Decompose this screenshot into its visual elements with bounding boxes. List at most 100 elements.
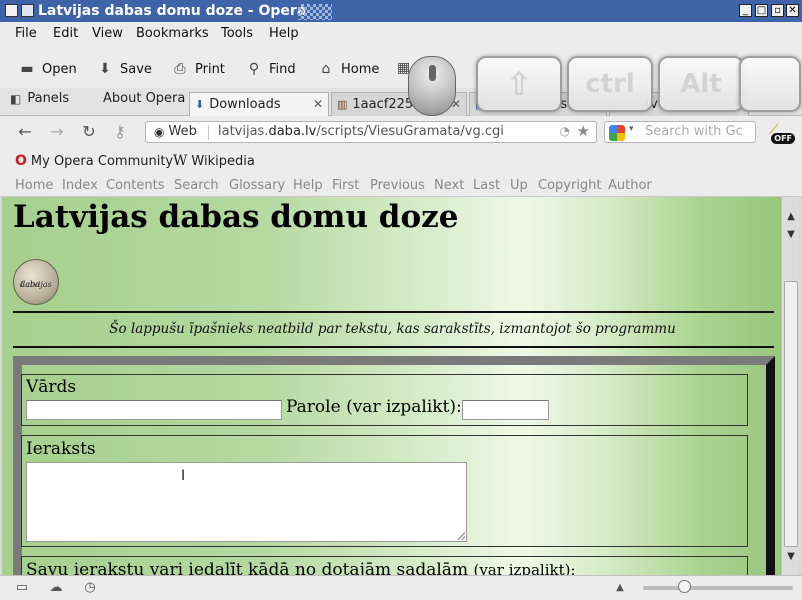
nav-author[interactable]: Author: [608, 178, 652, 193]
reload-icon[interactable]: ↻: [79, 122, 99, 142]
latvijas-daba-logo[interactable]: Latvijas daba: [13, 259, 59, 305]
open-label: Open: [42, 61, 77, 77]
title-decoration: [298, 4, 332, 20]
turbo-off-icon[interactable]: ⟋ OFF: [767, 122, 795, 144]
print-label: Print: [195, 61, 225, 77]
nav-next[interactable]: Next: [434, 178, 464, 193]
address-field[interactable]: ◉ Web latvijas.daba.lv/scripts/ViesuGram…: [145, 121, 597, 143]
folder-icon: ▬: [20, 61, 34, 77]
sticky-icon[interactable]: [21, 4, 34, 17]
menu-bar: File Edit View Bookmarks Tools Help: [0, 22, 802, 46]
search-field[interactable]: ▾ Search with Gc: [604, 121, 756, 143]
password-input[interactable]: [462, 400, 549, 420]
menu-edit[interactable]: Edit: [53, 26, 78, 41]
star-icon[interactable]: ★: [577, 122, 590, 140]
text-cursor-icon: I: [181, 468, 186, 484]
nav-help[interactable]: Help: [293, 178, 323, 193]
close-tab-icon[interactable]: ✕: [313, 97, 323, 111]
maximize-button[interactable]: □: [755, 4, 768, 17]
scroll-up-arrow-2-icon[interactable]: ▼: [785, 229, 797, 240]
extra-key[interactable]: [739, 56, 801, 112]
url-text[interactable]: latvijas.daba.lv/scripts/ViesuGramata/vg…: [218, 124, 504, 139]
nav-home[interactable]: Home: [15, 178, 53, 193]
nav-first[interactable]: First: [332, 178, 359, 193]
zoom-slider-knob[interactable]: [678, 580, 691, 593]
home-button[interactable]: ⌂ Home: [317, 60, 380, 78]
bookmark-opera-label: My Opera Community: [30, 153, 174, 169]
categories-text: Savu ierakstu vari iedalīt kādā no dotaj…: [26, 560, 469, 575]
menu-bookmarks[interactable]: Bookmarks: [136, 26, 209, 41]
wikipedia-icon: W: [173, 153, 188, 169]
print-button[interactable]: ⎙ Print: [171, 60, 225, 78]
categories-label: Savu ierakstu vari iedalīt kādā no dotaj…: [26, 560, 576, 575]
logo-text: Latvijas daba: [17, 270, 52, 290]
bookmark-wikipedia-label: Wikipedia: [191, 153, 255, 169]
entry-label: Ieraksts: [26, 439, 96, 459]
panels-label: Panels: [27, 91, 70, 106]
scrollbar-thumb[interactable]: [784, 281, 798, 547]
tab-downloads[interactable]: ⬇ Downloads ✕: [189, 92, 329, 116]
cloud-icon[interactable]: ☁: [48, 581, 64, 595]
name-input[interactable]: [26, 400, 282, 420]
restore-button[interactable]: ▫: [771, 4, 784, 17]
rss-icon[interactable]: ◔: [560, 124, 570, 138]
nav-search[interactable]: Search: [174, 178, 219, 193]
page-tab-icon: ▥: [337, 98, 348, 111]
scroll-down-arrow-icon[interactable]: ▼: [785, 551, 797, 562]
bookmark-opera-community[interactable]: O My Opera Community: [15, 153, 173, 169]
save-label: Save: [120, 61, 152, 77]
menu-tools[interactable]: Tools: [221, 26, 253, 41]
alt-key[interactable]: Alt: [658, 56, 744, 112]
menu-help[interactable]: Help: [269, 26, 299, 41]
nav-up[interactable]: Up: [510, 178, 528, 193]
google-icon[interactable]: [609, 125, 625, 141]
nav-contents[interactable]: Contents: [106, 178, 164, 193]
window-menu-icon[interactable]: [5, 4, 18, 17]
nav-glossary[interactable]: Glossary: [229, 178, 285, 193]
nav-copyright[interactable]: Copyright: [538, 178, 602, 193]
minimize-button[interactable]: _: [739, 4, 752, 17]
resize-grip-icon[interactable]: [457, 532, 465, 540]
shift-key[interactable]: ⇧: [476, 56, 562, 112]
menu-view[interactable]: View: [92, 26, 123, 41]
url-prefix: latvijas.: [218, 124, 269, 139]
web-label: Web: [168, 124, 197, 139]
tab-about-opera[interactable]: About Opera: [103, 91, 185, 106]
scroll-up-arrow-icon[interactable]: ▲: [785, 211, 797, 222]
save-icon: ⬇: [99, 61, 111, 77]
page-content: Latvijas dabas domu doze Latvijas daba Š…: [2, 197, 781, 575]
nav-index[interactable]: Index: [62, 178, 98, 193]
speed-dial-icon[interactable]: ◷: [82, 581, 98, 595]
ctrl-key-label: ctrl: [585, 69, 635, 99]
zoom-menu-icon[interactable]: ▲: [612, 581, 628, 595]
name-label: Vārds: [26, 377, 77, 397]
ctrl-key[interactable]: ctrl: [567, 56, 653, 112]
turbo-off-label: OFF: [771, 133, 795, 144]
web-identity[interactable]: ◉ Web: [154, 124, 197, 139]
open-button[interactable]: ▬ Open: [18, 60, 77, 78]
back-arrow-icon[interactable]: ←: [15, 122, 35, 142]
close-window-button[interactable]: ✕: [786, 4, 799, 17]
find-button[interactable]: ⚲ Find: [245, 60, 296, 78]
entry-textarea[interactable]: [26, 462, 467, 542]
panel-toggle-icon[interactable]: ▭: [14, 581, 30, 595]
logo-text-line2: daba: [20, 280, 40, 289]
menu-file[interactable]: File: [15, 26, 37, 41]
key-icon[interactable]: ⚷: [110, 122, 130, 142]
nav-last[interactable]: Last: [473, 178, 500, 193]
panels-button[interactable]: ◧ Panels: [10, 91, 69, 106]
zoom-slider-track[interactable]: [643, 586, 793, 590]
search-dropdown-icon[interactable]: ▾: [629, 124, 634, 134]
categories-fieldset: Savu ierakstu vari iedalīt kādā no dotaj…: [21, 556, 748, 575]
vertical-scrollbar[interactable]: ▲ ▼ ▼: [781, 197, 799, 575]
tab-1aacf225-label: 1aacf225: [352, 97, 414, 112]
nav-previous[interactable]: Previous: [370, 178, 425, 193]
mouse-icon: [408, 56, 456, 116]
tab-downloads-label: Downloads: [209, 97, 281, 112]
page-title: Latvijas dabas domu doze: [13, 199, 459, 235]
downloads-tab-icon: ⬇: [195, 98, 205, 111]
save-button[interactable]: ⬇ Save: [96, 60, 152, 78]
bookmark-wikipedia[interactable]: W Wikipedia: [173, 153, 255, 169]
forward-arrow-icon[interactable]: →: [47, 122, 67, 142]
printer-icon: ⎙: [174, 61, 186, 77]
